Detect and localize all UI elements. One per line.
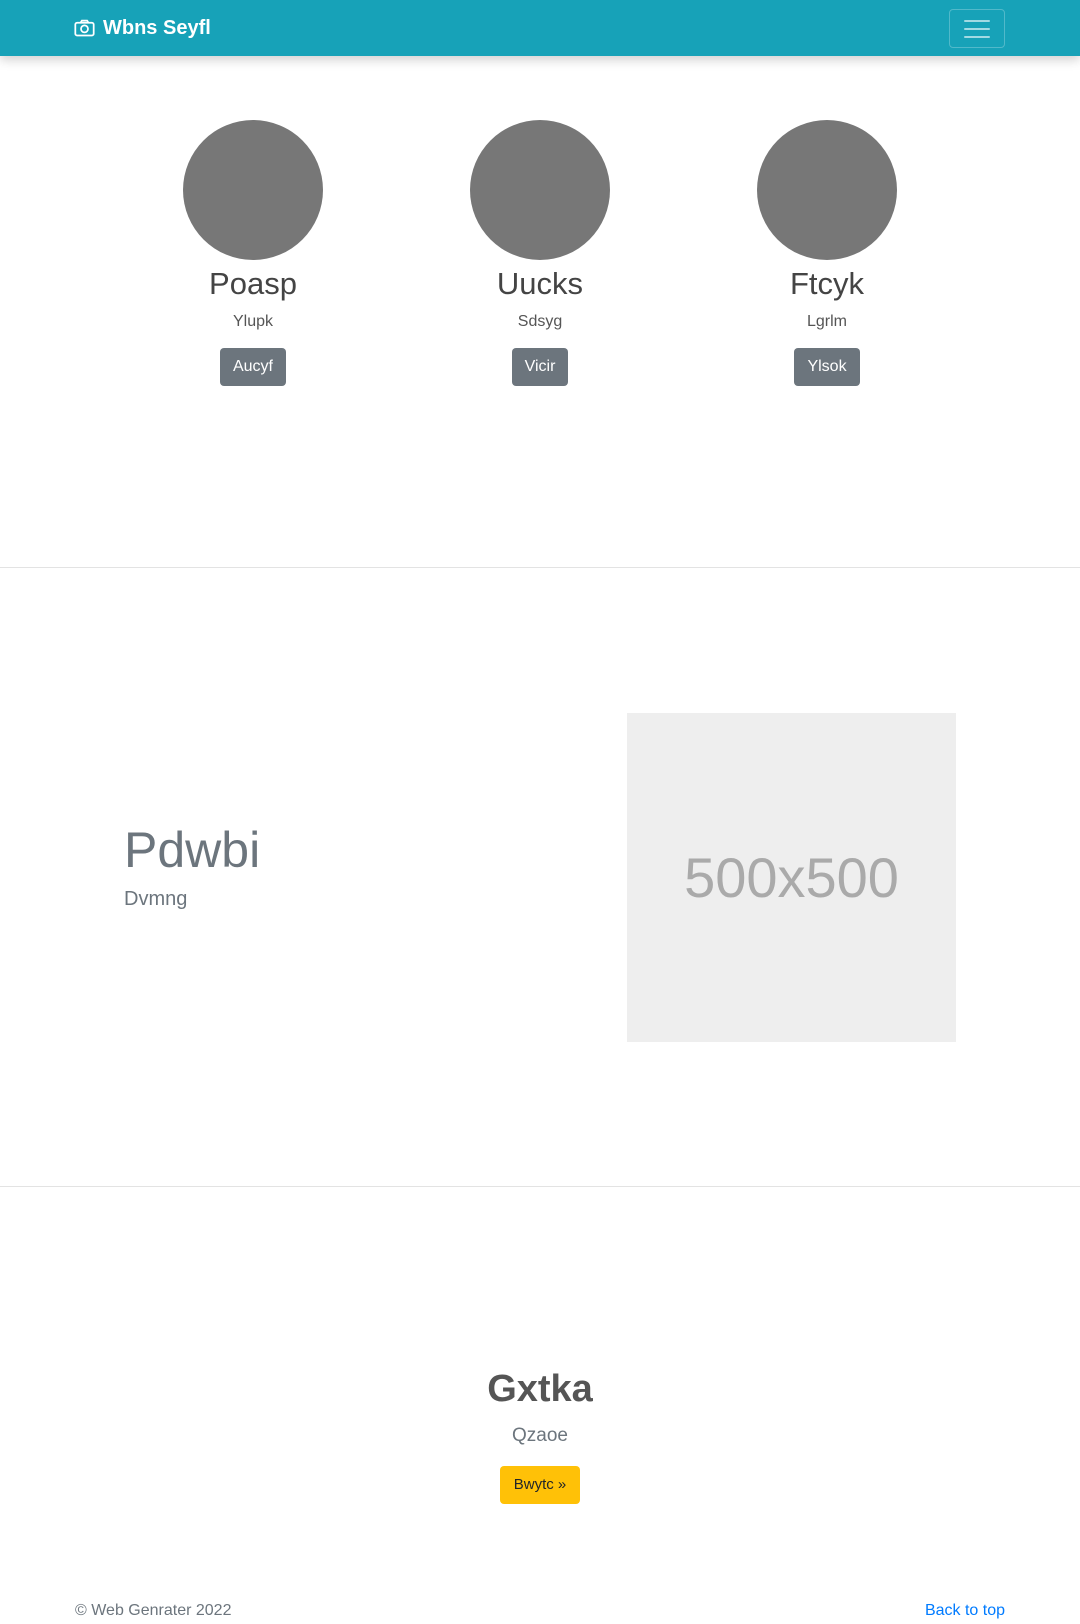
brand-link[interactable]: Wbns Seyfl <box>74 0 211 56</box>
cta-subtitle: Qzaoe <box>512 1425 568 1446</box>
back-to-top-link[interactable]: Back to top <box>925 1601 1005 1621</box>
placeholder-image: 500x500 <box>627 713 956 1042</box>
cta-button[interactable]: Bwytc » <box>500 1466 580 1504</box>
section-divider <box>0 567 1080 568</box>
footer-copyright: © Web Genrater 2022 <box>75 1602 232 1619</box>
camera-icon <box>74 19 95 37</box>
avatar <box>757 120 897 260</box>
hamburger-menu-icon <box>964 19 990 39</box>
member-name: Poasp <box>209 266 297 301</box>
member-name: Uucks <box>496 266 584 301</box>
section-divider <box>0 1186 1080 1187</box>
brand-name: Wbns Seyfl <box>103 16 211 39</box>
member-button[interactable]: Aucyf <box>219 348 286 386</box>
member-button[interactable]: Ylsok <box>794 348 860 386</box>
feature-title: Pdwbi <box>124 822 261 878</box>
team-card: Poasp Ylupk Aucyf <box>153 120 353 386</box>
member-role: Lgrlm <box>806 313 847 330</box>
member-role: Ylupk <box>232 313 274 330</box>
cta-title: Gxtka <box>487 1368 593 1410</box>
avatar <box>470 120 610 260</box>
placeholder-image-label: 500x500 <box>684 846 899 909</box>
team-card: Uucks Sdsyg Vicir <box>440 120 640 386</box>
avatar <box>183 120 323 260</box>
feature-subtitle: Dvmng <box>124 888 188 910</box>
member-name: Ftcyk <box>789 266 865 301</box>
team-card: Ftcyk Lgrlm Ylsok <box>727 120 927 386</box>
member-role: Sdsyg <box>517 313 563 330</box>
navbar-toggler-button[interactable] <box>949 9 1005 48</box>
member-button[interactable]: Vicir <box>511 348 569 386</box>
navbar: Wbns Seyfl <box>0 0 1080 56</box>
